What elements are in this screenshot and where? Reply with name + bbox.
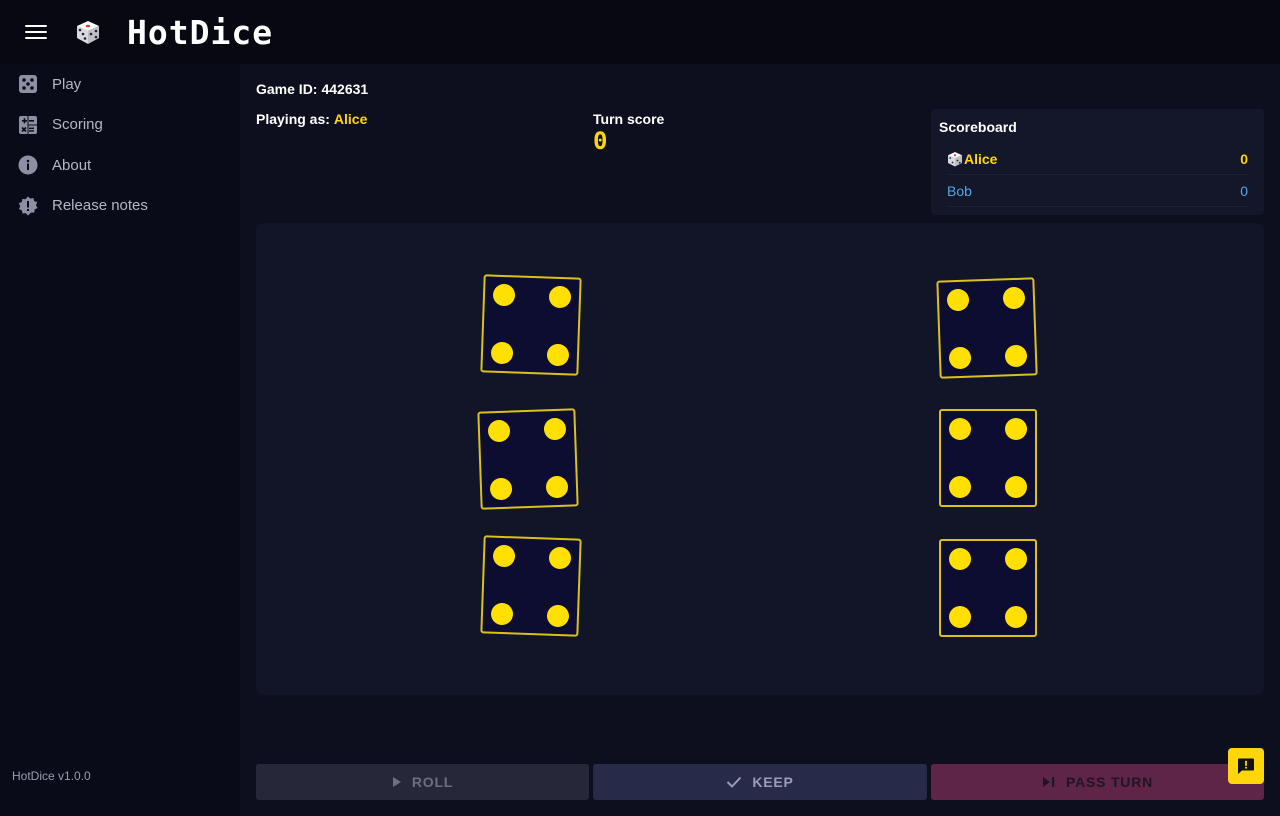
die[interactable] bbox=[480, 274, 582, 376]
dice-five-icon bbox=[19, 75, 37, 93]
turn-score-value: 0 bbox=[593, 127, 608, 155]
die-pip bbox=[546, 604, 570, 628]
sidebar-item-release-notes[interactable]: Release notes bbox=[0, 186, 240, 226]
feedback-icon bbox=[1238, 758, 1254, 774]
playing-as-label: Playing as: bbox=[256, 111, 330, 127]
turn-score-label: Turn score bbox=[593, 111, 665, 127]
die-pip bbox=[949, 418, 971, 440]
die-pip bbox=[948, 346, 972, 370]
die-pip bbox=[949, 606, 971, 628]
die-pip bbox=[949, 548, 971, 570]
die[interactable] bbox=[477, 408, 579, 510]
roll-button-label: ROLL bbox=[411, 774, 454, 790]
die-pip bbox=[487, 419, 511, 443]
die-pip bbox=[543, 417, 567, 441]
die-pip bbox=[1004, 344, 1028, 368]
keep-button-label: KEEP bbox=[752, 774, 794, 790]
die[interactable] bbox=[939, 539, 1037, 637]
die-pip bbox=[490, 341, 514, 365]
playing-as: Playing as: Alice bbox=[256, 111, 367, 127]
feedback-button[interactable] bbox=[1228, 748, 1264, 784]
scoreboard-title: Scoreboard bbox=[939, 119, 1017, 135]
die-pip bbox=[548, 546, 572, 570]
player-name-cell: Bob bbox=[947, 183, 972, 199]
app-title: HotDice bbox=[127, 12, 274, 52]
die-pip bbox=[492, 283, 516, 307]
die-pip bbox=[1002, 286, 1026, 310]
die-pip bbox=[949, 476, 971, 498]
die-pip bbox=[1005, 476, 1027, 498]
die-pip bbox=[946, 288, 970, 312]
sidebar-item-label: Scoring bbox=[52, 116, 103, 133]
game-area: Game ID: 442631 Playing as: Alice Turn sco… bbox=[240, 64, 1280, 816]
die[interactable] bbox=[936, 277, 1038, 379]
sidebar-item-play[interactable]: Play bbox=[0, 64, 240, 104]
info-icon bbox=[18, 155, 38, 175]
sidebar-item-scoring[interactable]: Scoring bbox=[0, 105, 240, 145]
scoreboard: Scoreboard Alice 0 Bob 0 bbox=[931, 109, 1264, 215]
hamburger-menu-icon[interactable] bbox=[25, 24, 47, 40]
die[interactable] bbox=[939, 409, 1037, 507]
player-score: 0 bbox=[1240, 182, 1248, 199]
die-pip bbox=[490, 602, 514, 626]
current-player-name: Alice bbox=[333, 111, 368, 127]
play-icon bbox=[392, 777, 401, 787]
pass-turn-button[interactable]: PASS TURN bbox=[931, 764, 1264, 800]
turn-score: Turn score 0 bbox=[593, 111, 664, 153]
die-pip bbox=[1005, 548, 1027, 570]
alert-gear-icon bbox=[18, 196, 38, 215]
dice-board bbox=[256, 223, 1264, 695]
die-pip bbox=[489, 477, 513, 501]
game-id: Game ID: 442631 bbox=[256, 81, 368, 97]
check-icon bbox=[727, 776, 742, 788]
game-id-label: Game ID: bbox=[256, 81, 318, 97]
keep-button[interactable]: KEEP bbox=[593, 764, 927, 800]
sidebar-item-label: Release notes bbox=[52, 197, 148, 214]
app-header: HotDice bbox=[0, 0, 1280, 64]
player-name: Alice bbox=[964, 150, 998, 167]
player-name-cell: Alice bbox=[947, 151, 997, 167]
sidebar-item-label: Play bbox=[52, 75, 82, 93]
current-turn-dice-icon bbox=[948, 151, 962, 166]
game-id-value: 442631 bbox=[321, 81, 369, 97]
die-pip bbox=[492, 544, 516, 568]
app-version: HotDice v1.0.0 bbox=[12, 769, 91, 783]
die-pip bbox=[545, 475, 569, 499]
calculator-icon bbox=[19, 115, 37, 134]
roll-button[interactable]: ROLL bbox=[256, 764, 589, 800]
player-score: 0 bbox=[1240, 150, 1248, 167]
sidebar: Play Scoring About Release notes HotDice… bbox=[0, 64, 240, 816]
die-pip bbox=[1005, 606, 1027, 628]
dice-logo-icon bbox=[77, 21, 99, 44]
pass-turn-button-label: PASS TURN bbox=[1065, 774, 1154, 790]
die-pip bbox=[546, 343, 570, 367]
player-name: Bob bbox=[947, 182, 972, 199]
die[interactable] bbox=[480, 535, 582, 637]
skip-next-icon bbox=[1042, 777, 1055, 787]
scoreboard-row: Alice 0 bbox=[947, 143, 1248, 175]
sidebar-item-label: About bbox=[52, 156, 92, 174]
scoreboard-row: Bob 0 bbox=[947, 175, 1248, 207]
die-pip bbox=[548, 285, 572, 309]
die-pip bbox=[1005, 418, 1027, 440]
sidebar-item-about[interactable]: About bbox=[0, 145, 240, 185]
